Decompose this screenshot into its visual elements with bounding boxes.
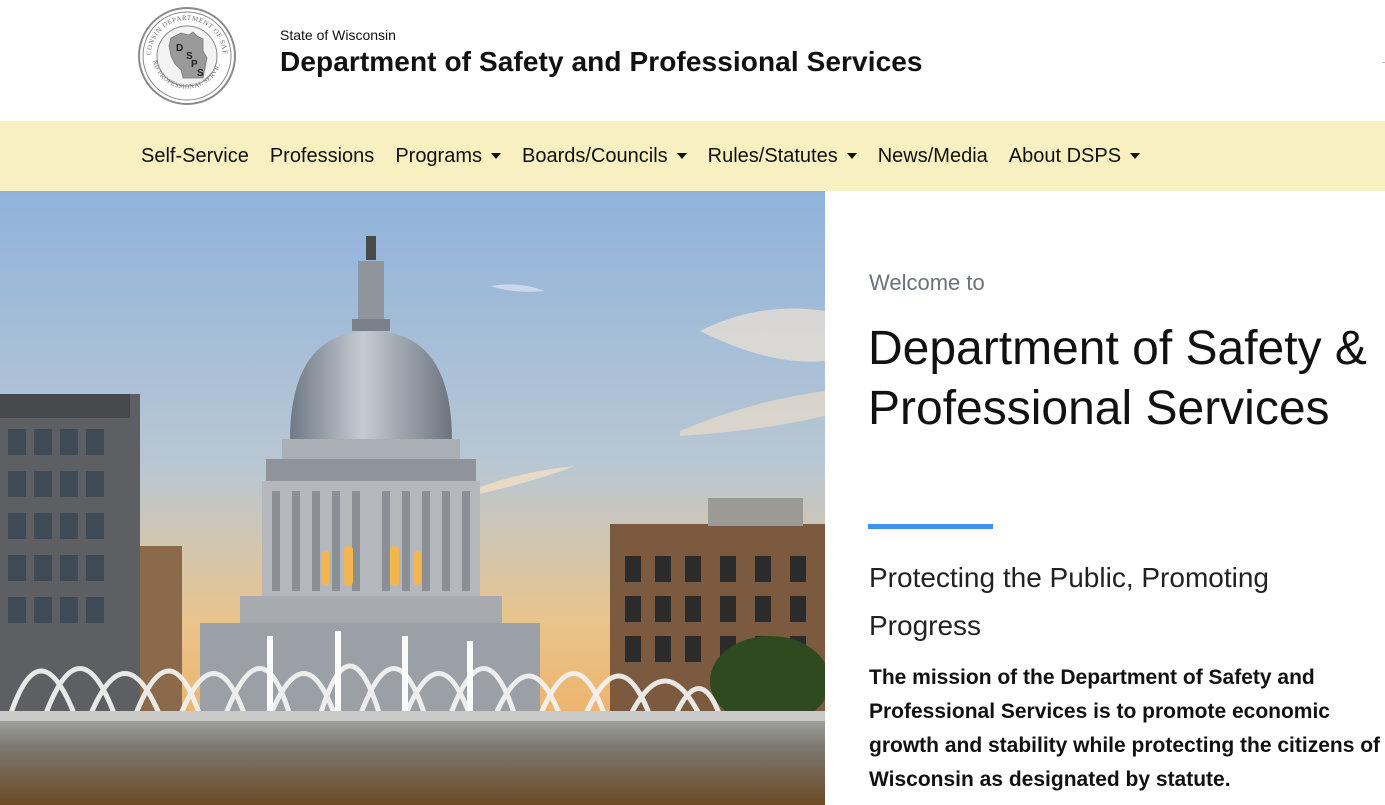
logo-letter-d: D — [176, 43, 183, 54]
nav-list: Self-Service Professions Programs Boards… — [141, 121, 1161, 191]
nav-professions-label: Professions — [269, 144, 375, 167]
accent-divider — [868, 524, 993, 529]
nav-professions[interactable]: Professions — [270, 145, 375, 168]
nav-self-service-label: Self-Service — [141, 144, 249, 167]
nav-rules-statutes-label: Rules/Statutes — [707, 144, 838, 167]
hero-capitol-image — [0, 191, 825, 805]
caret-down-icon — [491, 153, 502, 159]
site-header: WISCONSIN DEPARTMENT OF SAFETY AND PROFE… — [0, 0, 1385, 121]
welcome-title: Department of Safety & Professional Serv… — [868, 322, 1367, 435]
welcome-kicker: Welcome to — [869, 270, 985, 295]
dsps-logo-icon[interactable]: WISCONSIN DEPARTMENT OF SAFETY AND PROFE… — [133, 0, 237, 106]
welcome-panel: Welcome to Department of Safety & Profes… — [825, 191, 1385, 805]
mission-statement: The mission of the Department of Safety … — [869, 666, 1381, 791]
nav-programs-label: Programs — [395, 144, 483, 167]
state-label: State of Wisconsin — [280, 27, 396, 43]
nav-boards-councils[interactable]: Boards/Councils — [522, 145, 687, 168]
nav-programs[interactable]: Programs — [395, 144, 502, 168]
nav-about-dsps[interactable]: About DSPS — [1008, 144, 1141, 168]
caret-down-icon — [676, 153, 687, 159]
nav-about-dsps-label: About DSPS — [1008, 144, 1122, 167]
main-navigation: Self-Service Professions Programs Boards… — [0, 121, 1385, 191]
nav-boards-councils-label: Boards/Councils — [522, 144, 668, 167]
department-title[interactable]: Department of Safety and Professional Se… — [280, 46, 923, 78]
nav-news-media-label: News/Media — [877, 144, 988, 167]
tagline: Protecting the Public, Promoting Progres… — [869, 562, 1269, 641]
nav-news-media[interactable]: News/Media — [878, 145, 988, 168]
nav-rules-statutes[interactable]: Rules/Statutes — [708, 145, 857, 168]
caret-down-icon — [1130, 153, 1141, 159]
logo-letter-s2: S — [197, 68, 204, 79]
nav-self-service[interactable]: Self-Service — [141, 145, 249, 168]
caret-down-icon — [846, 153, 857, 159]
